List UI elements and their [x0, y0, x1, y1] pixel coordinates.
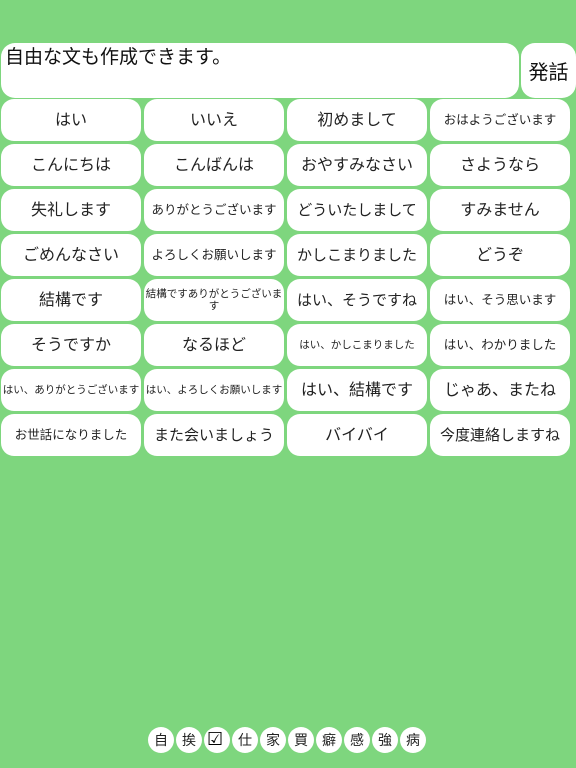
phrase-button[interactable]: おはようございます	[430, 99, 570, 141]
phrase-grid: はい いいえ 初めまして おはようございます こんにちは こんばんは おやすみな…	[0, 99, 576, 456]
category-tab[interactable]: 仕	[232, 727, 258, 753]
category-tab-bar: 自 挨 ☑ 仕 家 買 癖 感 強 病	[148, 727, 426, 753]
phrase-button[interactable]: はい、ありがとうございます	[1, 369, 141, 411]
phrase-button[interactable]: ありがとうございます	[144, 189, 284, 231]
phrase-button[interactable]: 今度連絡しますね	[430, 414, 570, 456]
phrase-button[interactable]: 失礼します	[1, 189, 141, 231]
phrase-button[interactable]: はい、そう思います	[430, 279, 570, 321]
category-tab[interactable]: 感	[344, 727, 370, 753]
phrase-button[interactable]: はい	[1, 99, 141, 141]
category-tab[interactable]: 買	[288, 727, 314, 753]
category-tab[interactable]: 自	[148, 727, 174, 753]
category-tab[interactable]: 挨	[176, 727, 202, 753]
phrase-button[interactable]: いいえ	[144, 99, 284, 141]
checkmark-icon: ☑	[207, 729, 224, 750]
phrase-button[interactable]: かしこまりました	[287, 234, 427, 276]
phrase-button[interactable]: よろしくお願いします	[144, 234, 284, 276]
phrase-button[interactable]: はい、結構です	[287, 369, 427, 411]
phrase-button[interactable]: なるほど	[144, 324, 284, 366]
phrase-button[interactable]: はい、そうですね	[287, 279, 427, 321]
phrase-button[interactable]: どういたしまして	[287, 189, 427, 231]
phrase-button[interactable]: はい、わかりました	[430, 324, 570, 366]
category-tab[interactable]: 家	[260, 727, 286, 753]
phrase-button[interactable]: おやすみなさい	[287, 144, 427, 186]
phrase-button[interactable]: どうぞ	[430, 234, 570, 276]
phrase-button[interactable]: はい、かしこまりました	[287, 324, 427, 366]
phrase-button[interactable]: 結構ですありがとうございます	[144, 279, 284, 321]
phrase-button[interactable]: また会いましょう	[144, 414, 284, 456]
phrase-button[interactable]: 初めまして	[287, 99, 427, 141]
category-tab[interactable]: 強	[372, 727, 398, 753]
category-tab[interactable]: 病	[400, 727, 426, 753]
free-text-input[interactable]: 自由な文も作成できます。	[1, 43, 519, 98]
phrase-button[interactable]: そうですか	[1, 324, 141, 366]
phrase-button[interactable]: はい、よろしくお願いします	[144, 369, 284, 411]
phrase-button[interactable]: バイバイ	[287, 414, 427, 456]
speak-button[interactable]: 発話	[521, 43, 576, 98]
phrase-button[interactable]: こんばんは	[144, 144, 284, 186]
category-tab[interactable]: 癖	[316, 727, 342, 753]
category-tab-selected[interactable]: ☑	[204, 727, 230, 753]
phrase-button[interactable]: 結構です	[1, 279, 141, 321]
phrase-button[interactable]: お世話になりました	[1, 414, 141, 456]
phrase-button[interactable]: さようなら	[430, 144, 570, 186]
phrase-button[interactable]: こんにちは	[1, 144, 141, 186]
phrase-button[interactable]: じゃあ、またね	[430, 369, 570, 411]
phrase-button[interactable]: すみません	[430, 189, 570, 231]
phrase-button[interactable]: ごめんなさい	[1, 234, 141, 276]
